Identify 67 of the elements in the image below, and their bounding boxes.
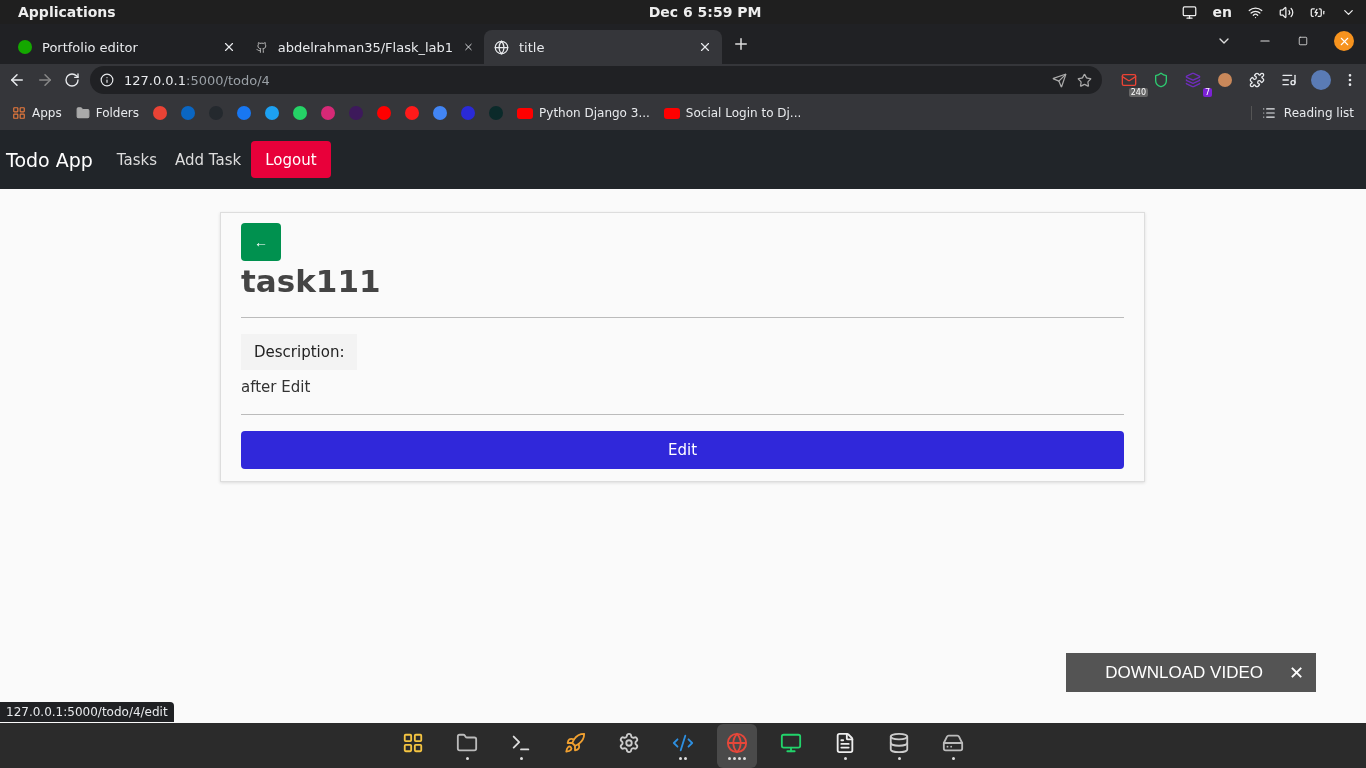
tab-title: Portfolio editor bbox=[42, 39, 139, 55]
mail-icon[interactable] bbox=[1121, 72, 1137, 88]
tab-title: abdelrahman35/Flask_lab1 bbox=[277, 39, 454, 55]
edit-button[interactable]: Edit bbox=[241, 431, 1124, 469]
document-icon bbox=[834, 731, 856, 754]
reading-list-button[interactable]: Reading list bbox=[1250, 106, 1354, 120]
github-icon bbox=[256, 39, 268, 55]
description-label: Description: bbox=[241, 334, 358, 370]
bookmark-icon[interactable] bbox=[321, 106, 336, 120]
database-icon bbox=[888, 731, 910, 754]
bookmark-icon[interactable] bbox=[265, 106, 280, 120]
bookmark-icon[interactable] bbox=[433, 106, 448, 120]
description-text: after Edit bbox=[241, 378, 312, 396]
bookmark-icon[interactable] bbox=[377, 106, 392, 120]
bookmark-icon[interactable] bbox=[405, 106, 420, 120]
reload-icon[interactable] bbox=[64, 72, 80, 88]
wifi-icon[interactable] bbox=[1248, 4, 1263, 20]
folder-icon bbox=[75, 106, 90, 120]
bookmark[interactable]: Python Django 3... bbox=[517, 106, 650, 120]
media-icon[interactable] bbox=[1281, 72, 1297, 88]
list-icon bbox=[1261, 106, 1276, 120]
display-icon[interactable] bbox=[1181, 4, 1197, 20]
bookmark-icon[interactable] bbox=[293, 106, 308, 120]
activities-label[interactable]: Applications bbox=[18, 4, 116, 20]
bookmark-star-icon[interactable] bbox=[1077, 72, 1092, 88]
brand-link[interactable]: Todo App bbox=[6, 148, 93, 171]
globe-icon bbox=[494, 39, 509, 55]
send-icon[interactable] bbox=[1052, 72, 1067, 88]
address-bar[interactable]: 127.0.0.1:5000/todo/4 bbox=[90, 66, 1102, 94]
info-icon bbox=[100, 73, 114, 87]
count-badge: 7 bbox=[1202, 88, 1212, 97]
volume-icon[interactable] bbox=[1279, 4, 1294, 20]
browser-tab[interactable]: Portfolio editor bbox=[8, 30, 246, 64]
tab-title: title bbox=[519, 39, 546, 55]
grid-icon bbox=[402, 731, 424, 754]
language-indicator[interactable]: en bbox=[1212, 4, 1232, 20]
close-icon[interactable] bbox=[222, 40, 236, 54]
close-button[interactable]: ✕ bbox=[1285, 661, 1308, 684]
back-button[interactable]: ← bbox=[241, 223, 281, 261]
bookmark[interactable]: Social Login to Dj... bbox=[663, 106, 802, 120]
files-icon bbox=[456, 731, 478, 754]
nav-link[interactable]: Add Task bbox=[175, 150, 242, 169]
browser-tab[interactable]: title bbox=[484, 30, 722, 64]
settings-icon bbox=[618, 731, 640, 754]
close-icon[interactable] bbox=[698, 40, 712, 54]
task-title: task111 bbox=[241, 263, 382, 299]
shield-icon[interactable] bbox=[1153, 72, 1169, 88]
download-video-label[interactable]: DOWNLOAD VIDEO bbox=[1105, 662, 1263, 683]
count-badge: 240 bbox=[1128, 88, 1148, 97]
back-icon[interactable] bbox=[8, 71, 26, 89]
status-url: 127.0.0.1:5000/todo/4/edit bbox=[0, 702, 174, 722]
puzzle-icon[interactable] bbox=[1249, 72, 1265, 88]
logout-button[interactable]: Logout bbox=[251, 141, 331, 178]
bookmark-icon[interactable] bbox=[237, 106, 252, 120]
bookmark[interactable]: Apps bbox=[12, 106, 62, 120]
avatar-icon[interactable] bbox=[1311, 70, 1331, 90]
nav-link[interactable]: Tasks bbox=[116, 150, 158, 169]
rocket-icon bbox=[564, 731, 586, 754]
forward-icon[interactable] bbox=[36, 71, 54, 89]
bookmark-icon[interactable] bbox=[153, 106, 168, 120]
maximize-icon[interactable] bbox=[1298, 36, 1308, 46]
apps-grid-icon bbox=[12, 106, 26, 120]
bookmark-folder[interactable]: Folders bbox=[75, 106, 140, 120]
close-icon[interactable] bbox=[1334, 31, 1354, 51]
clock: Dec 6 5:59 PM bbox=[648, 4, 762, 20]
new-tab-icon[interactable] bbox=[732, 35, 750, 53]
browser-tab[interactable]: abdelrahman35/Flask_lab1 bbox=[246, 30, 484, 64]
